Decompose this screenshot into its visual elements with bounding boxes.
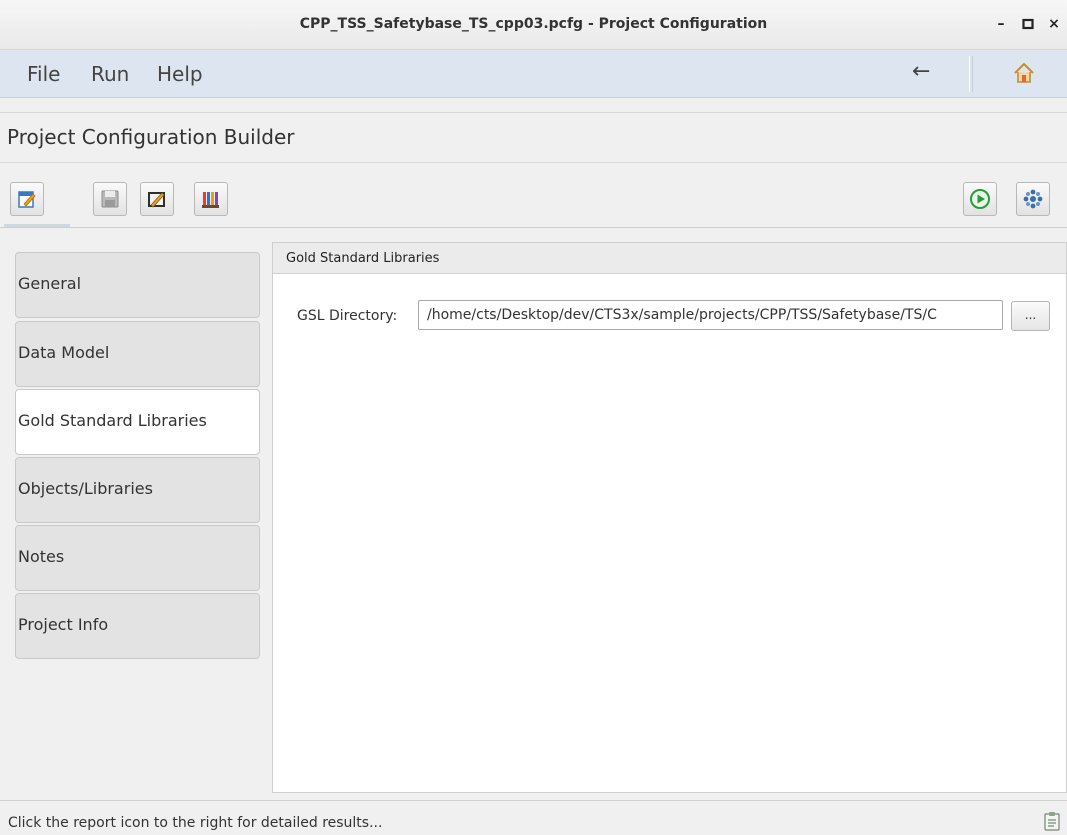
back-arrow-icon[interactable]: ← [912, 59, 930, 84]
panel-title: Gold Standard Libraries [286, 251, 440, 266]
run-button[interactable] [963, 182, 997, 216]
edit-config-button[interactable] [10, 182, 44, 216]
tab-label: Project Info [18, 615, 109, 634]
gsl-directory-input[interactable] [418, 300, 1003, 330]
tab-gold-standard-libraries[interactable]: Gold Standard Libraries [15, 389, 260, 455]
minimize-button[interactable]: – [989, 12, 1013, 36]
report-icon [1044, 812, 1060, 831]
tab-project-info[interactable]: Project Info [15, 593, 260, 659]
tab-label: Objects/Libraries [18, 479, 153, 498]
gsl-directory-label: GSL Directory: [297, 308, 398, 324]
builder-header: Project Configuration Builder [0, 112, 1067, 163]
gold-standard-libraries-panel: Gold Standard Libraries GSL Directory: .… [272, 242, 1067, 793]
edit-config-icon [18, 191, 36, 208]
report-button[interactable] [1043, 811, 1061, 835]
settings-button[interactable] [1016, 182, 1050, 216]
tab-objects-libraries[interactable]: Objects/Libraries [15, 457, 260, 523]
menu-bar: File Run Help ← [0, 50, 1067, 98]
menu-run[interactable]: Run [91, 62, 129, 86]
edit-library-icon [148, 192, 165, 208]
toolbar [0, 176, 1067, 228]
edit-library-button[interactable] [140, 182, 174, 216]
tab-label: Gold Standard Libraries [18, 411, 207, 430]
browse-button[interactable]: ... [1011, 301, 1050, 331]
title-bar: CPP_TSS_Safetybase_TS_cpp03.pcfg - Proje… [0, 0, 1067, 50]
window-title: CPP_TSS_Safetybase_TS_cpp03.pcfg - Proje… [299, 16, 768, 32]
active-tool-indicator [4, 224, 70, 227]
report-books-button[interactable] [194, 182, 228, 216]
tab-general[interactable]: General [15, 252, 260, 318]
menu-separator [969, 56, 973, 92]
status-bar: Click the report icon to the right for d… [0, 800, 1067, 834]
menu-file[interactable]: File [27, 62, 60, 86]
close-button[interactable]: × [1042, 12, 1066, 36]
save-icon [101, 190, 119, 208]
maximize-icon [1022, 18, 1034, 30]
tab-label: Data Model [18, 343, 110, 362]
report-books-icon [202, 192, 219, 208]
save-button[interactable] [93, 182, 127, 216]
home-button[interactable] [1012, 61, 1036, 89]
page-title: Project Configuration Builder [7, 125, 295, 149]
tab-data-model[interactable]: Data Model [15, 321, 260, 387]
settings-icon [1023, 189, 1043, 209]
tab-label: Notes [18, 547, 65, 566]
tab-notes[interactable]: Notes [15, 525, 260, 591]
tab-label: General [18, 274, 82, 293]
run-icon [970, 189, 990, 209]
status-text: Click the report icon to the right for d… [8, 815, 383, 831]
maximize-button[interactable] [1016, 12, 1040, 36]
home-icon [1014, 62, 1034, 83]
menu-help[interactable]: Help [157, 62, 203, 86]
panel-header: Gold Standard Libraries [273, 243, 1066, 274]
